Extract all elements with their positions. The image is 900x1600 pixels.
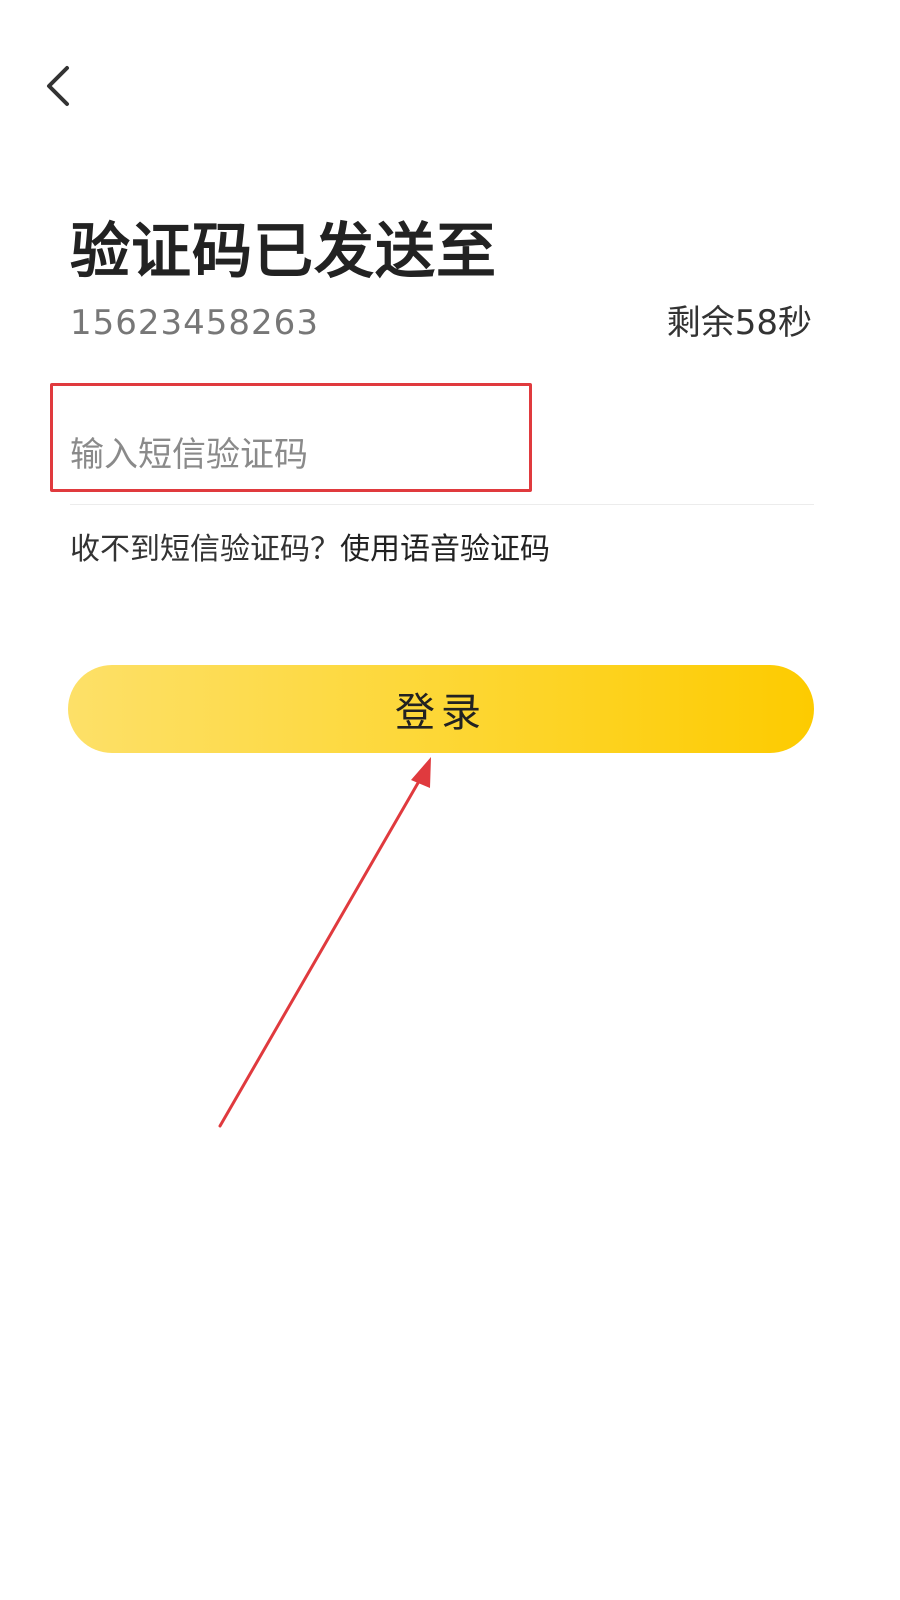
annotation-arrow-shaft: [218, 774, 424, 1128]
sms-code-input[interactable]: [70, 425, 810, 485]
phone-number: 15623458263: [70, 303, 319, 343]
page-title: 验证码已发送至: [70, 217, 497, 287]
voice-code-row: 收不到短信验证码？使用语音验证码: [70, 528, 550, 572]
voice-code-prompt: 收不到短信验证码？: [70, 532, 340, 567]
input-divider: [70, 504, 814, 505]
login-button-label: 登录: [395, 690, 487, 736]
voice-code-link[interactable]: 使用语音验证码: [340, 532, 550, 567]
annotation-arrow-head: [411, 757, 431, 788]
back-button[interactable]: [30, 58, 86, 114]
resend-countdown: 剩余58秒: [666, 303, 812, 343]
chevron-left-icon: [47, 66, 69, 106]
login-button[interactable]: 登录: [68, 665, 814, 753]
